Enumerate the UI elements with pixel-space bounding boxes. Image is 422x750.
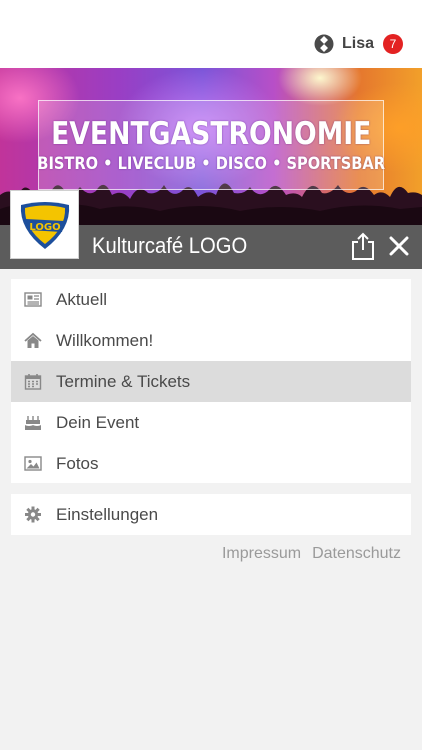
user-name[interactable]: Lisa [342, 35, 374, 53]
newspaper-icon [24, 292, 42, 307]
footer-links: Impressum Datenschutz [211, 545, 401, 563]
user-menu[interactable]: Lisa 7 [314, 33, 403, 55]
calendar-icon [24, 374, 42, 390]
image-icon [24, 456, 42, 471]
menu-item-willkommen[interactable]: Willkommen! [11, 320, 411, 361]
impressum-link[interactable]: Impressum [222, 545, 301, 563]
banner-title: EVENTGASTRONOMIE [50, 116, 372, 152]
banner-subtitle: BISTRO • LIVECLUB • DISCO • SPORTSBAR [37, 154, 385, 174]
home-icon [24, 332, 42, 348]
menu-item-aktuell[interactable]: Aktuell [11, 279, 411, 320]
menu-item-termine-tickets[interactable]: Termine & Tickets [11, 361, 411, 402]
share-icon[interactable] [350, 231, 376, 261]
menu-item-label: Termine & Tickets [56, 371, 191, 391]
venue-name: Kulturcafé LOGO [92, 233, 248, 258]
menu-item-label: Aktuell [56, 289, 108, 309]
menu-item-dein-event[interactable]: Dein Event [11, 402, 411, 443]
menu-item-label: Willkommen! [56, 330, 154, 350]
cake-icon [24, 416, 42, 430]
notification-badge[interactable]: 7 [383, 34, 403, 54]
main-menu: Aktuell Willkommen! Termine & Tickets De… [11, 279, 411, 483]
menu-item-einstellungen[interactable]: Einstellungen [11, 494, 411, 535]
top-bar: Lisa 7 [0, 0, 422, 68]
logo-text: LOGO [29, 222, 60, 233]
settings-menu: Einstellungen [11, 494, 411, 535]
banner-text-box: EVENTGASTRONOMIE BISTRO • LIVECLUB • DIS… [37, 100, 385, 190]
menu-item-label: Dein Event [56, 412, 140, 432]
venue-logo-image: LOGO [20, 201, 69, 249]
menu-item-label: Fotos [56, 453, 99, 473]
menu-item-label: Einstellungen [56, 504, 159, 524]
gear-icon [25, 506, 41, 523]
datenschutz-link[interactable]: Datenschutz [312, 545, 401, 563]
venue-logo: LOGO [10, 190, 79, 259]
menu-item-fotos[interactable]: Fotos [11, 443, 411, 484]
app-logo-icon [314, 34, 334, 54]
close-icon[interactable] [388, 235, 410, 257]
